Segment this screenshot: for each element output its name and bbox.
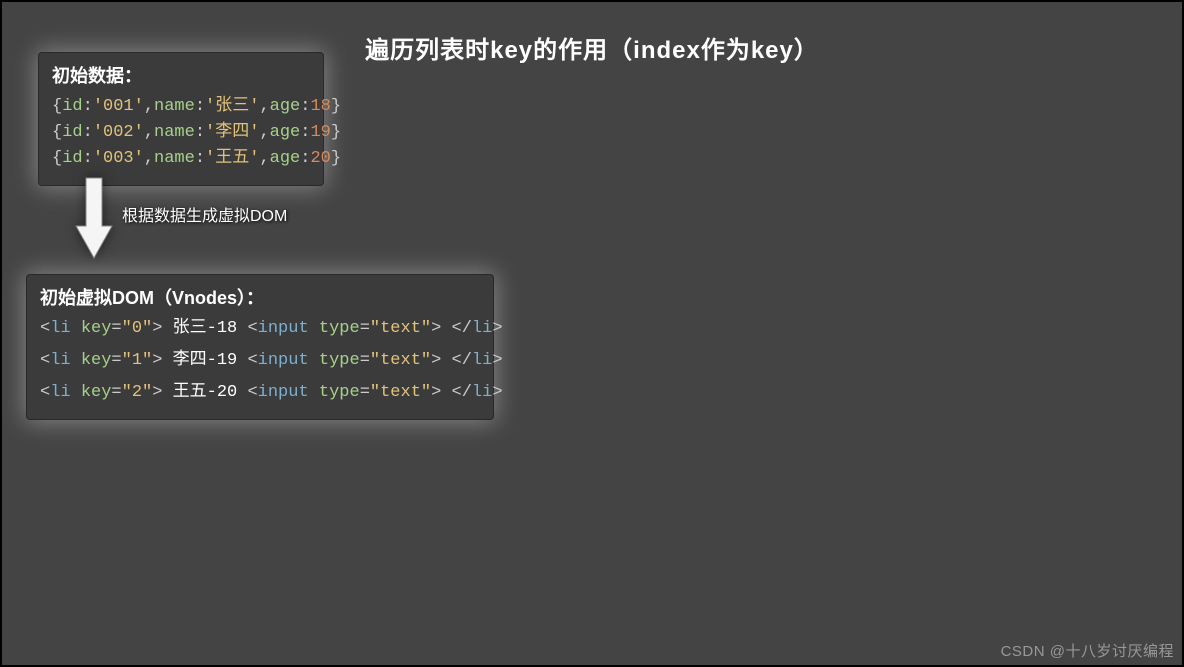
vnode-row: <li key="0"> 张三-18 <input type="text"> <… bbox=[40, 316, 480, 342]
vnodes-title: 初始虚拟DOM（Vnodes）： bbox=[40, 284, 480, 310]
initial-row: {id:'003',name:'王五',age:20} bbox=[52, 146, 310, 172]
vnode-row: <li key="2"> 王五-20 <input type="text"> <… bbox=[40, 380, 480, 406]
down-arrow-icon bbox=[74, 176, 114, 260]
initial-row: {id:'002',name:'李四',age:19} bbox=[52, 120, 310, 146]
watermark: CSDN @十八岁讨厌编程 bbox=[1001, 640, 1174, 661]
initial-data-box: 初始数据： {id:'001',name:'张三',age:18} {id:'0… bbox=[38, 52, 324, 186]
vnodes-box: 初始虚拟DOM（Vnodes）： <li key="0"> 张三-18 <inp… bbox=[26, 274, 494, 420]
arrow-label: 根据数据生成虚拟DOM bbox=[122, 202, 287, 226]
initial-row: {id:'001',name:'张三',age:18} bbox=[52, 94, 310, 120]
initial-data-title: 初始数据： bbox=[52, 62, 310, 88]
vnode-row: <li key="1"> 李四-19 <input type="text"> <… bbox=[40, 348, 480, 374]
